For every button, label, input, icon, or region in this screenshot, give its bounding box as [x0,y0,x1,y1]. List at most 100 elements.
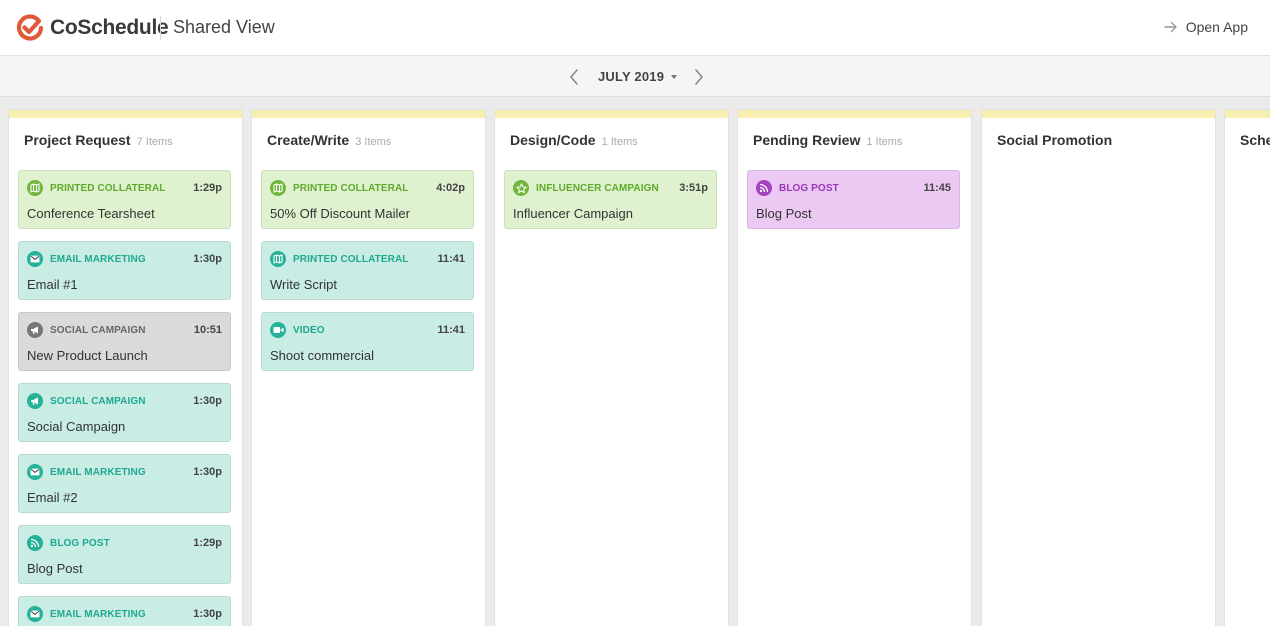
card-time: 1:30p [193,608,222,620]
card-type: EMAIL MARKETING [27,251,146,267]
content-card[interactable]: VIDEO 11:41 Shoot commercial [261,312,474,371]
content-card[interactable]: SOCIAL CAMPAIGN 1:30p Social Campaign [18,383,231,442]
content-card[interactable]: BLOG POST 1:29p Blog Post [18,525,231,584]
board-column: Social Promotion [982,110,1215,626]
card-title: Blog Post [27,561,83,576]
board-column: Create/Write 3 Items PRINTED COLLATERAL 4:0… [252,110,485,626]
star-icon [513,180,529,196]
envelope-icon [27,606,43,622]
coschedule-logo-icon [16,14,44,41]
arrow-right-icon [1164,21,1177,33]
board-column: Design/Code 1 Items INFLUENCER CAMPAIGN 3:5… [495,110,728,626]
card-type: BLOG POST [756,180,839,196]
open-app-button[interactable]: Open App [1164,19,1248,35]
card-title: Blog Post [756,206,812,221]
card-type: VIDEO [270,322,325,338]
column-header: Sche [1240,132,1270,150]
chevron-right-icon[interactable] [691,67,707,87]
column-header: Pending Review 1 Items [753,132,902,150]
card-type-label: BLOG POST [50,537,110,549]
content-card[interactable]: EMAIL MARKETING 1:30p Email #2 [18,454,231,513]
chevron-left-icon[interactable] [566,67,582,87]
column-title: Sche [1240,132,1270,148]
card-title: Shoot commercial [270,348,375,363]
logo[interactable]: CoSchedule [16,14,169,42]
card-type: PRINTED COLLATERAL [270,251,409,267]
card-type-label: SOCIAL CAMPAIGN [50,324,146,336]
map-icon [270,251,286,267]
board-column: Project Request 7 Items PRINTED COLLATERAL… [9,110,242,626]
envelope-icon [27,251,43,267]
card-type-label: EMAIL MARKETING [50,466,146,478]
card-time: 3:51p [679,182,708,194]
card-title: Write Script [270,277,337,292]
card-type: INFLUENCER CAMPAIGN [513,180,659,196]
kanban-board: Project Request 7 Items PRINTED COLLATERAL… [0,97,1270,626]
card-type: SOCIAL CAMPAIGN [27,322,146,338]
header-divider [160,16,161,40]
card-title: Conference Tearsheet [27,206,155,221]
column-item-count: 1 Items [601,136,638,148]
column-title: Social Promotion [997,132,1113,148]
card-title: Email #2 [27,490,78,505]
column-item-count: 3 Items [355,136,392,148]
column-title: Project Request [24,132,131,148]
board-column: Pending Review 1 Items BLOG POST 11:45 Blog … [738,110,971,626]
card-type-label: INFLUENCER CAMPAIGN [536,182,659,194]
card-type: SOCIAL CAMPAIGN [27,393,146,409]
column-header: Create/Write 3 Items [267,132,391,150]
map-icon [27,180,43,196]
column-header: Social Promotion [997,132,1118,150]
column-item-count: 7 Items [136,136,173,148]
card-title: Social Campaign [27,419,126,434]
rss-icon [27,535,43,551]
month-selector[interactable]: JULY 2019 [598,69,664,84]
view-title: Shared View [173,17,275,37]
card-type-label: BLOG POST [779,182,839,194]
column-title: Pending Review [753,132,861,148]
card-type-label: PRINTED COLLATERAL [293,182,409,194]
content-card[interactable]: SOCIAL CAMPAIGN 10:51 New Product Launch [18,312,231,371]
content-card[interactable]: PRINTED COLLATERAL 11:41 Write Script [261,241,474,300]
column-header: Design/Code 1 Items [510,132,638,150]
open-app-label: Open App [1185,19,1248,35]
envelope-icon [27,464,43,480]
card-title: Email #1 [27,277,78,292]
card-time: 1:30p [193,253,222,265]
content-card[interactable]: EMAIL MARKETING 1:30p Email #1 [18,241,231,300]
card-type-label: EMAIL MARKETING [50,608,146,620]
content-card[interactable]: PRINTED COLLATERAL 4:02p 50% Off Discount … [261,170,474,229]
megaphone-icon [27,322,43,338]
card-type: BLOG POST [27,535,110,551]
content-card[interactable]: INFLUENCER CAMPAIGN 3:51p Influencer Campa… [504,170,717,229]
column-header: Project Request 7 Items [24,132,173,150]
card-title: Influencer Campaign [513,206,633,221]
column-item-count: 1 Items [866,136,903,148]
card-type: EMAIL MARKETING [27,464,146,480]
card-time: 10:51 [193,324,222,336]
card-type-label: SOCIAL CAMPAIGN [50,395,146,407]
card-title: New Product Launch [27,348,148,363]
video-icon [270,322,286,338]
card-time: 1:29p [193,537,222,549]
top-header: CoSchedule Shared View Open App [0,0,1270,56]
card-time: 11:41 [437,253,465,265]
rss-icon [756,180,772,196]
card-type-label: EMAIL MARKETING [50,253,146,265]
brand-name: CoSchedule [50,16,169,39]
card-type-label: VIDEO [293,324,325,336]
card-time: 4:02p [436,182,465,194]
card-time: 1:29p [193,182,222,194]
card-type: PRINTED COLLATERAL [270,180,409,196]
card-type-label: PRINTED COLLATERAL [50,182,166,194]
card-time: 1:30p [193,395,222,407]
map-icon [270,180,286,196]
content-card[interactable]: BLOG POST 11:45 Blog Post [747,170,960,229]
content-card[interactable]: PRINTED COLLATERAL 1:29p Conference Tearsh… [18,170,231,229]
card-title: 50% Off Discount Mailer [270,206,410,221]
card-time: 11:41 [437,324,465,336]
month-navigation: JULY 2019 [0,56,1270,97]
content-card[interactable]: EMAIL MARKETING 1:30p [18,596,231,626]
megaphone-icon [27,393,43,409]
caret-down-icon[interactable] [671,75,677,79]
